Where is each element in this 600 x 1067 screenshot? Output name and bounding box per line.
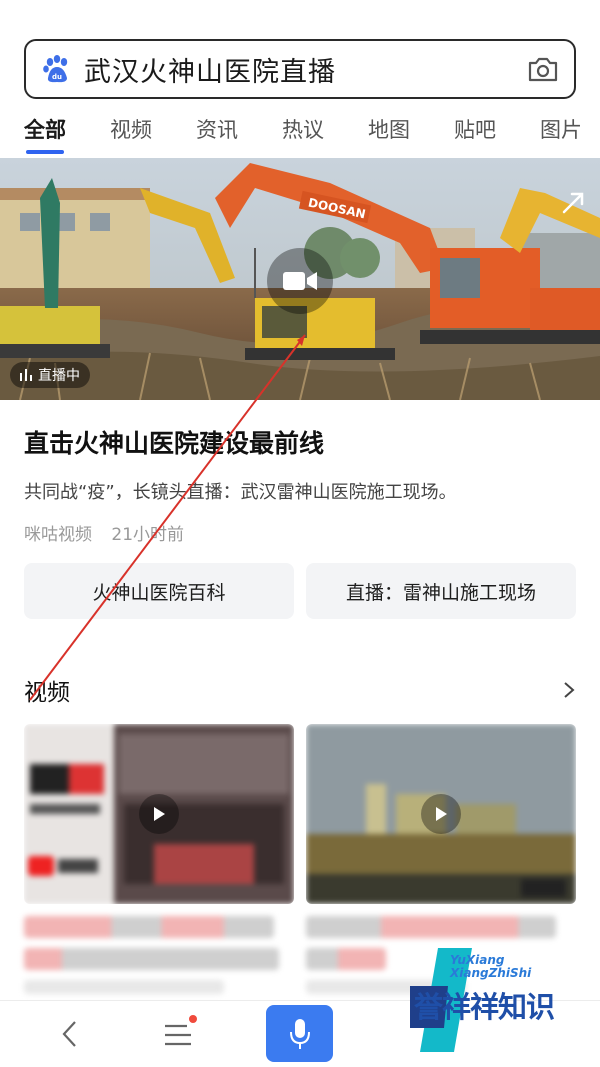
notification-dot	[189, 1015, 197, 1023]
tab-news[interactable]: 资讯	[196, 112, 238, 154]
tab-images[interactable]: 图片	[540, 112, 582, 154]
result-description: 共同战“疫”，长镜头直播：武汉雷神山医院施工现场。	[24, 482, 457, 503]
baidu-paw-icon: du	[43, 55, 68, 83]
video-caption	[24, 916, 294, 994]
search-tabs: 全部 视频 资讯 热议 地图 贴吧 图片	[24, 112, 600, 154]
result-title[interactable]: 直击火神山医院建设最前线	[24, 424, 324, 460]
related-chip-live[interactable]: 直播：雷神山施工现场	[306, 563, 576, 619]
voice-search-button[interactable]	[266, 1005, 333, 1062]
menu-icon[interactable]	[163, 1021, 193, 1049]
back-arrow-icon[interactable]	[58, 1019, 82, 1049]
tab-discussion[interactable]: 热议	[282, 112, 324, 154]
tab-tieba[interactable]: 贴吧	[454, 112, 496, 154]
play-icon	[421, 794, 461, 834]
camera-icon[interactable]	[526, 54, 560, 84]
video-thumbnail[interactable]	[24, 724, 294, 904]
search-box[interactable]: du 武汉火神山医院直播	[24, 39, 576, 99]
watermark-cn: 誉祥祥知识	[414, 990, 555, 1024]
watermark-en: YuXiang XiangZhiShi	[450, 954, 531, 980]
play-icon	[139, 794, 179, 834]
result-source[interactable]: 咪咕视频	[24, 525, 92, 545]
play-button[interactable]	[267, 248, 333, 314]
watermark-en-line2: XiangZhiShi	[450, 966, 532, 980]
video-camera-icon	[283, 272, 317, 290]
video-card[interactable]	[24, 724, 294, 1004]
share-icon[interactable]	[558, 188, 588, 218]
live-video-thumbnail[interactable]: DOOSAN 直播中	[0, 158, 600, 400]
result-time: 21小时前	[111, 525, 185, 545]
live-bars-icon	[20, 369, 32, 381]
svg-text:du: du	[52, 73, 62, 81]
live-badge: 直播中	[10, 362, 90, 388]
related-chip-baike[interactable]: 火神山医院百科	[24, 563, 294, 619]
videos-section-header[interactable]: 视频	[24, 672, 576, 708]
tab-map[interactable]: 地图	[368, 112, 410, 154]
video-thumbnail[interactable]	[306, 724, 576, 904]
live-badge-label: 直播中	[38, 368, 80, 384]
microphone-icon	[289, 1018, 310, 1049]
tab-all[interactable]: 全部	[24, 112, 66, 154]
tab-video[interactable]: 视频	[110, 112, 152, 154]
result-meta: 咪咕视频 21小时前	[24, 520, 198, 545]
watermark-logo: YuXiang XiangZhiShi 誉祥祥知识	[410, 948, 585, 1056]
chevron-right-icon[interactable]	[562, 680, 576, 700]
search-query[interactable]: 武汉火神山医院直播	[84, 50, 526, 89]
videos-section-title: 视频	[24, 680, 70, 706]
